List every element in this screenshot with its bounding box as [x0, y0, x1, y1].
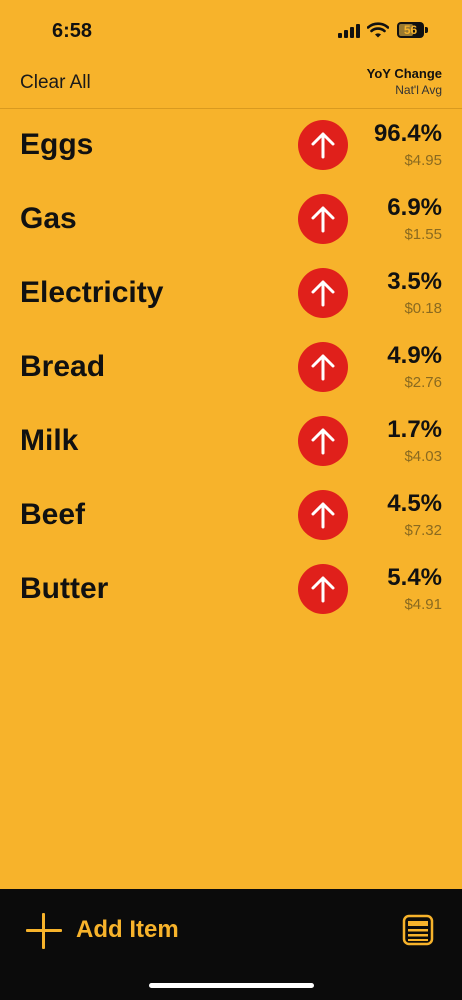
arrow-up-icon[interactable]	[298, 564, 348, 614]
column-subtitle: Nat'l Avg	[395, 83, 442, 97]
add-item-label: Add Item	[76, 916, 179, 943]
list-item[interactable]: Butter 5.4% $4.91	[0, 552, 462, 626]
status-time: 6:58	[52, 20, 93, 42]
arrow-up-icon[interactable]	[298, 120, 348, 170]
item-name: Milk	[20, 424, 79, 457]
item-change: 96.4%	[373, 120, 442, 147]
wifi-icon	[366, 22, 390, 38]
list-item[interactable]: Milk 1.7% $4.03	[0, 404, 462, 478]
item-change: 3.5%	[387, 268, 442, 295]
arrow-up-icon[interactable]	[298, 490, 348, 540]
list-view-icon[interactable]	[402, 914, 434, 946]
arrow-up-icon[interactable]	[298, 194, 348, 244]
battery-icon: 56	[397, 22, 429, 38]
item-price: $4.91	[404, 596, 442, 613]
item-price: $1.55	[404, 226, 442, 243]
home-indicator	[149, 983, 314, 988]
cellular-signal-icon	[338, 24, 360, 38]
list-item[interactable]: Gas 6.9% $1.55	[0, 182, 462, 256]
arrow-up-icon[interactable]	[298, 268, 348, 318]
item-price: $7.32	[404, 522, 442, 539]
status-bar: 6:58 56	[0, 0, 462, 62]
item-name: Beef	[20, 498, 86, 531]
battery-level: 56	[403, 23, 418, 37]
item-name: Butter	[20, 572, 109, 605]
arrow-up-icon[interactable]	[298, 416, 348, 466]
plus-icon	[24, 911, 64, 951]
item-change: 4.9%	[387, 342, 442, 369]
item-change: 6.9%	[387, 194, 442, 221]
list-header: Clear All YoY Change Nat'l Avg	[0, 62, 462, 109]
list-item[interactable]: Bread 4.9% $2.76	[0, 330, 462, 404]
item-change: 4.5%	[387, 490, 442, 517]
item-name: Electricity	[20, 276, 164, 309]
column-header: YoY Change Nat'l Avg	[367, 66, 442, 97]
list-item[interactable]: Beef 4.5% $7.32	[0, 478, 462, 552]
bottom-toolbar: Add Item	[0, 889, 462, 1000]
item-change: 1.7%	[387, 416, 442, 443]
item-price: $4.03	[404, 448, 442, 465]
item-name: Gas	[20, 202, 77, 235]
list-item[interactable]: Electricity 3.5% $0.18	[0, 256, 462, 330]
arrow-up-icon[interactable]	[298, 342, 348, 392]
item-price: $0.18	[404, 300, 442, 317]
item-price: $4.95	[404, 152, 442, 169]
item-price: $2.76	[404, 374, 442, 391]
clear-all-button[interactable]: Clear All	[20, 72, 91, 94]
list-item[interactable]: Eggs 96.4% $4.95	[0, 108, 462, 182]
item-name: Eggs	[20, 128, 94, 161]
item-name: Bread	[20, 350, 106, 383]
item-change: 5.4%	[387, 564, 442, 591]
column-title: YoY Change	[366, 66, 442, 81]
